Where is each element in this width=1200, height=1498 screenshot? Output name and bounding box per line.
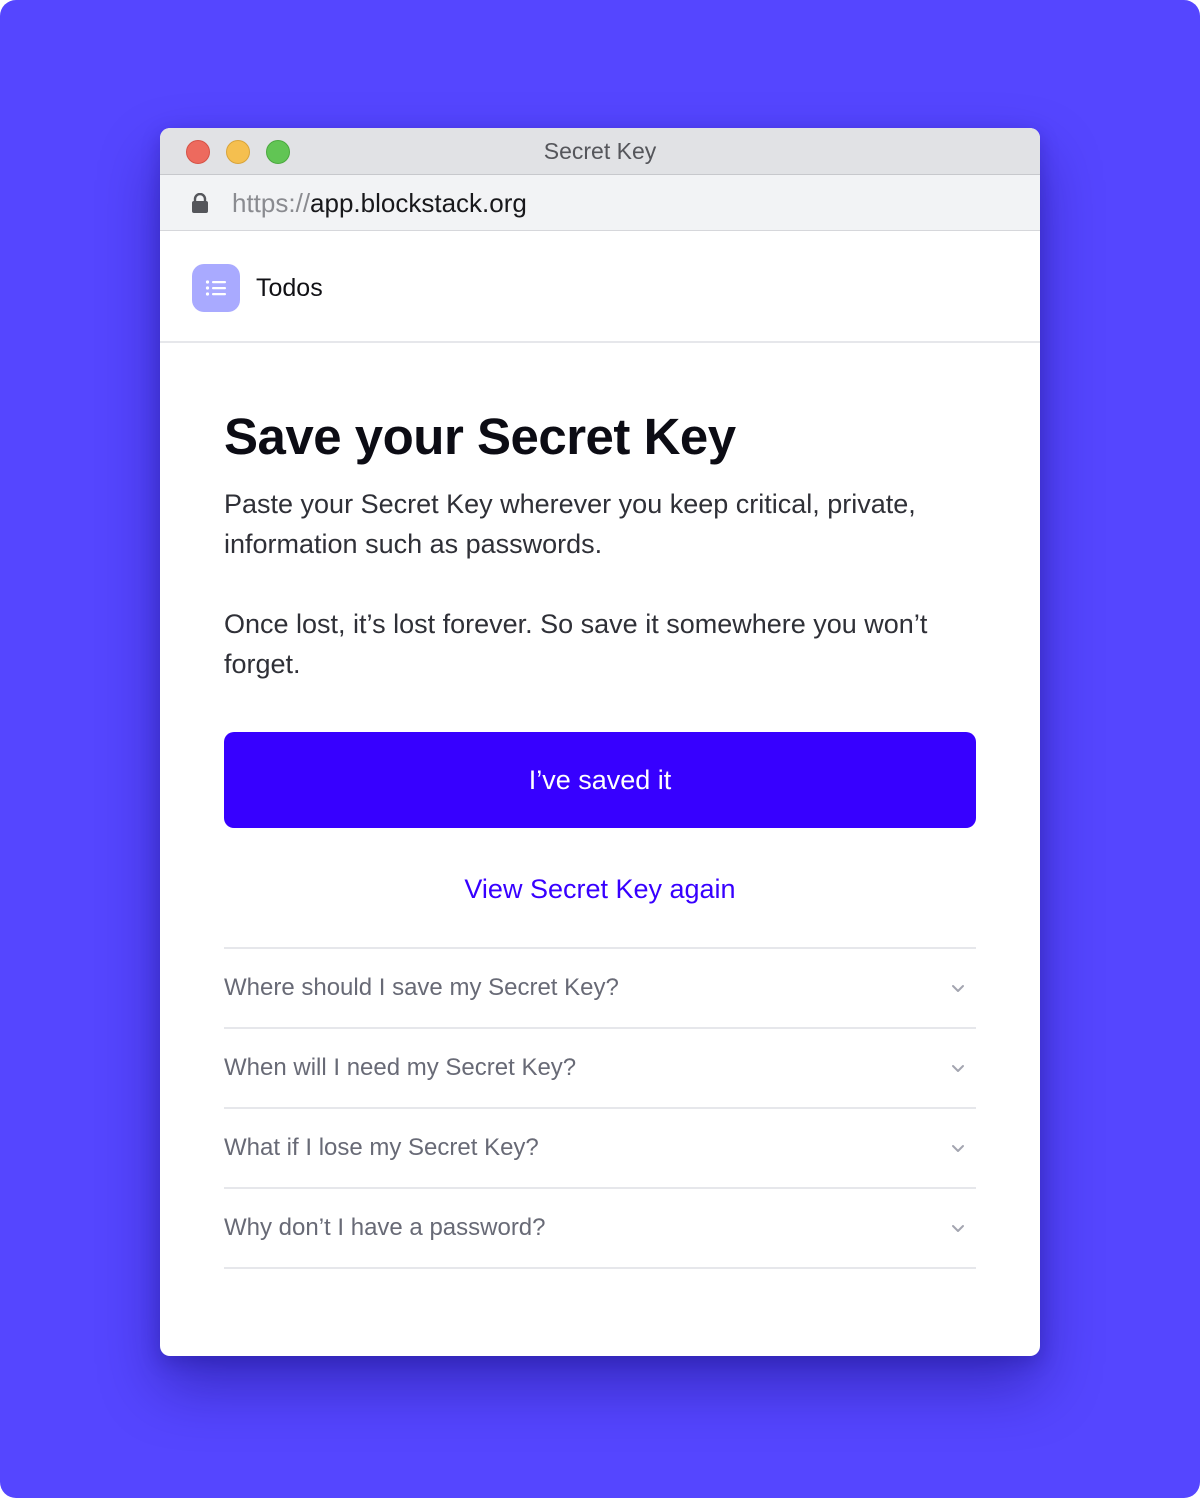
faq-list: Where should I save my Secret Key? When … (224, 947, 976, 1269)
saved-it-button[interactable]: I’ve saved it (224, 732, 976, 828)
faq-item[interactable]: What if I lose my Secret Key? (224, 1109, 976, 1189)
faq-question: What if I lose my Secret Key? (224, 1134, 539, 1161)
page-title: Save your Secret Key (224, 408, 736, 465)
chevron-down-icon (952, 1065, 964, 1072)
view-secret-key-link[interactable]: View Secret Key again (224, 864, 976, 914)
faq-question: When will I need my Secret Key? (224, 1054, 577, 1081)
list-icon (205, 280, 226, 296)
chevron-down-icon (952, 1225, 964, 1232)
window-titlebar: Secret Key (160, 128, 1040, 175)
chevron-down-icon (952, 985, 964, 992)
faq-question: Why don’t I have a password? (224, 1214, 546, 1241)
window-title: Secret Key (543, 138, 657, 164)
url-host: app.blockstack.org (310, 188, 527, 218)
warning-paragraph: Once lost, it’s lost forever. So save it… (224, 609, 928, 679)
url-scheme: https:// (232, 188, 311, 218)
instructions-paragraph: Paste your Secret Key wherever you keep … (224, 489, 916, 559)
faq-item[interactable]: When will I need my Secret Key? (224, 1029, 976, 1109)
app-header: Todos (160, 231, 1040, 343)
address-bar[interactable]: https://app.blockstack.org (160, 175, 1040, 231)
app-icon (192, 264, 240, 312)
url-text[interactable]: https://app.blockstack.org (232, 175, 527, 231)
faq-item[interactable]: Where should I save my Secret Key? (224, 949, 976, 1029)
lock-icon (192, 193, 208, 213)
faq-item[interactable]: Why don’t I have a password? (224, 1189, 976, 1269)
faq-question: Where should I save my Secret Key? (224, 974, 619, 1001)
browser-window: Secret Key https://app.blockstack.org To… (160, 128, 1040, 1356)
app-name: Todos (256, 274, 323, 302)
chevron-down-icon (952, 1145, 964, 1152)
